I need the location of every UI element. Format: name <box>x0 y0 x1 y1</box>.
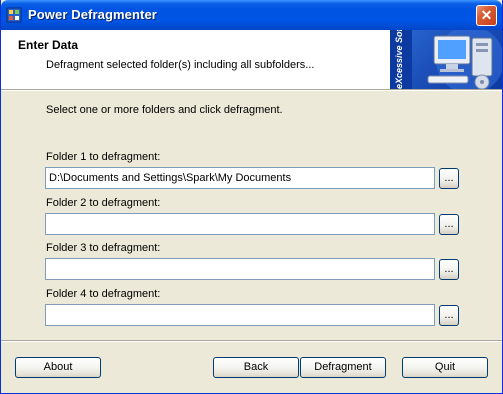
header-subtitle: Defragment selected folder(s) including … <box>46 59 315 71</box>
quit-button[interactable]: Quit <box>402 357 488 378</box>
window-title: Power Defragmenter <box>28 7 157 22</box>
defrag-app-icon <box>6 7 22 23</box>
folder-2-input[interactable] <box>45 213 435 235</box>
footer-divider-highlight <box>1 341 502 342</box>
folder-4-label: Folder 4 to defragment: <box>46 288 161 300</box>
header-title: Enter Data <box>18 38 79 52</box>
instruction-text: Select one or more folders and click def… <box>46 104 283 116</box>
close-button[interactable]: ✕ <box>476 5 497 26</box>
about-button[interactable]: About <box>15 357 101 378</box>
header-divider <box>1 90 502 91</box>
product-banner: eXcessive Software <box>390 30 502 89</box>
folder-3-label: Folder 3 to defragment: <box>46 242 161 254</box>
defragment-button[interactable]: Defragment <box>300 357 386 378</box>
folder-3-input[interactable] <box>45 258 435 280</box>
folder-1-browse-button[interactable]: ... <box>439 168 459 189</box>
folder-4-input[interactable] <box>45 304 435 326</box>
banner-vendor-text: eXcessive Software <box>394 30 404 89</box>
close-icon: ✕ <box>480 7 493 23</box>
folder-1-input[interactable] <box>45 167 435 189</box>
back-button[interactable]: Back <box>213 357 299 378</box>
title-bar[interactable]: Power Defragmenter ✕ <box>1 0 502 30</box>
folder-1-label: Folder 1 to defragment: <box>46 151 161 163</box>
folder-2-browse-button[interactable]: ... <box>439 214 459 235</box>
folder-4-browse-button[interactable]: ... <box>439 305 459 326</box>
folder-3-browse-button[interactable]: ... <box>439 259 459 280</box>
folder-2-label: Folder 2 to defragment: <box>46 197 161 209</box>
app-window: Power Defragmenter ✕ Enter Data Defragme… <box>0 0 503 394</box>
